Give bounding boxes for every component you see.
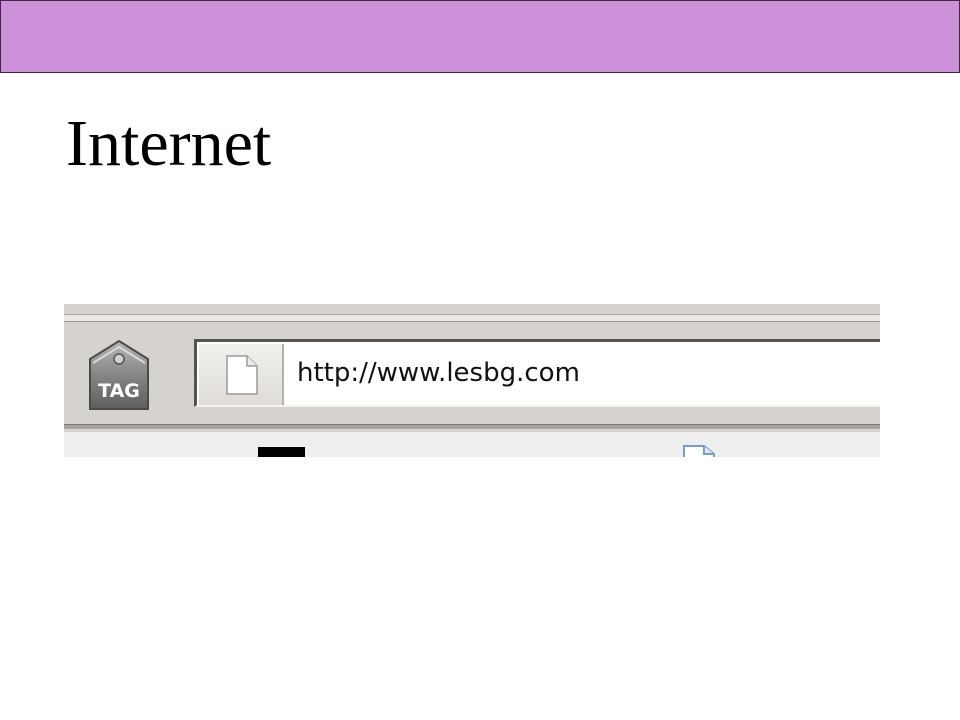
page-icon[interactable] (680, 442, 720, 457)
browser-toolbar-screenshot: TAG http://www.lesbg.com (64, 304, 880, 457)
toolbar-bottom-edge (64, 424, 880, 429)
tag-icon: TAG (89, 339, 149, 410)
address-bar[interactable]: http://www.lesbg.com (194, 339, 880, 407)
black-square-icon[interactable] (258, 447, 305, 457)
toolbar-divider (64, 315, 880, 322)
tag-button[interactable]: TAG (88, 339, 150, 411)
tag-label: TAG (98, 380, 140, 402)
top-banner (0, 0, 960, 73)
slide: Internet TAG http://www.lesbg.com (0, 0, 960, 720)
site-icon-box (199, 344, 284, 405)
toolbar-top-edge (64, 304, 880, 315)
lower-toolbar (64, 432, 880, 457)
url-text[interactable]: http://www.lesbg.com (297, 357, 580, 389)
page-icon (226, 355, 258, 395)
slide-title: Internet (66, 107, 272, 180)
